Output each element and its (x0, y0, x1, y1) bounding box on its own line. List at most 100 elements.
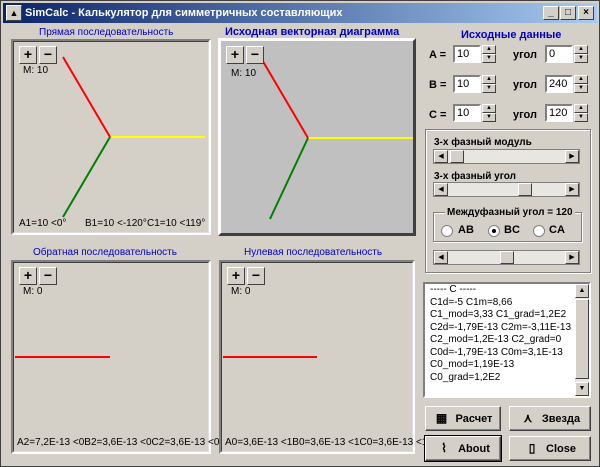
star-label: Звезда (541, 413, 581, 425)
magnitude-label: M: 0 (23, 286, 43, 297)
zoom-out-button[interactable]: − (247, 267, 265, 285)
a1-value: A1=10 <0° (19, 218, 67, 229)
zero-sequence-panel: + − M: 0 A0=3,6E-13 <1B0=3,6E-13 <1C0=3,… (219, 260, 427, 454)
scroll-right-arrow-icon[interactable]: ▶ (565, 183, 579, 196)
interphase-angle-slider[interactable]: ◀ ▶ (433, 250, 580, 265)
b1-value: B1=10 <-120° (85, 218, 147, 229)
radio-ca[interactable] (533, 225, 545, 237)
three-phase-angle-label: 3-х фазный угол (434, 171, 516, 182)
vector-c (269, 137, 309, 220)
phase-c-label: C = (429, 109, 447, 121)
app-window: ▲ SimCalc - Калькулятор для симметричных… (0, 0, 600, 467)
zoom-out-button[interactable]: − (39, 46, 57, 64)
star-vector-icon: ⋏ (523, 411, 533, 425)
reverse-sequence-title: Обратная последовательность (33, 247, 177, 258)
phase-a-angle-input[interactable]: 0 (545, 45, 573, 63)
magnitude-label: M: 10 (231, 68, 257, 79)
slider-thumb[interactable] (450, 150, 464, 163)
vector-b (260, 57, 309, 139)
vector-b1 (62, 56, 111, 138)
vector-c1 (62, 136, 111, 218)
close-label: Close (546, 443, 576, 455)
scroll-thumb[interactable] (575, 299, 589, 379)
maximize-button[interactable]: □ (560, 6, 576, 20)
memo-line: C0_mod=1,19E-13 (430, 359, 515, 370)
app-icon: ▲ (6, 5, 22, 21)
phase-c-modulus-spinner[interactable]: ▲ ▼ (482, 104, 496, 122)
radio-ab[interactable] (441, 225, 453, 237)
slider-thumb[interactable] (518, 183, 532, 196)
radio-bc-label: BC (504, 224, 520, 236)
interphase-angle-label: Междуфазный угол = 120 (445, 207, 575, 218)
zoom-in-button[interactable]: + (227, 267, 245, 285)
calculate-button[interactable]: ▦ Расчет (425, 406, 501, 431)
scroll-left-arrow-icon[interactable]: ◀ (434, 150, 448, 163)
direct-sequence-title: Прямая последовательность (39, 27, 174, 38)
door-exit-icon: ▯ (528, 441, 536, 455)
zoom-in-button[interactable]: + (19, 267, 37, 285)
source-diagram-panel[interactable]: + − M: 10 (218, 38, 416, 236)
magnitude-label: M: 0 (231, 286, 251, 297)
three-phase-module-label: 3-х фазный модуль (434, 137, 532, 148)
phase-c-angle-spinner[interactable]: ▲ ▼ (574, 104, 588, 122)
memo-line: C0_grad=1,2E2 (430, 371, 501, 383)
about-button[interactable]: ⌇ About (424, 435, 502, 462)
memo-line: ----- C ----- (430, 284, 477, 295)
close-button[interactable]: ▯ Close (509, 436, 591, 461)
reverse-sequence-panel: + − M: 0 A2=7,2E-13 <0B2=3,6E-13 <0C2=3,… (11, 260, 219, 454)
phase-c-modulus-input[interactable]: 10 (453, 104, 481, 122)
zoom-out-button[interactable]: − (246, 46, 264, 64)
zoom-out-button[interactable]: − (39, 267, 57, 285)
title-bar: ▲ SimCalc - Калькулятор для симметричных… (3, 3, 597, 23)
scroll-right-arrow-icon[interactable]: ▶ (565, 251, 579, 264)
minimize-button[interactable]: _ (543, 6, 559, 20)
source-diagram-title: Исходная векторная диаграмма (225, 26, 400, 38)
memo-line: C0d=-1,79E-13 C0m=3,1E-13 (430, 346, 563, 358)
phase-a-modulus-input[interactable]: 10 (453, 45, 481, 63)
input-data-title: Исходные данные (461, 29, 562, 41)
close-window-button[interactable]: × (578, 6, 594, 20)
phase-a-angle-spinner[interactable]: ▲ ▼ (574, 45, 588, 63)
memo-scrollbar[interactable]: ▲ ▼ (575, 284, 589, 396)
memo-line: C1_mod=3,33 C1_grad=1,2E2 (430, 309, 567, 320)
slider-thumb[interactable] (500, 251, 514, 264)
phase-c-angle-label: угол (513, 109, 537, 121)
c1-value: C1=10 <119° (147, 218, 206, 229)
direct-sequence-panel: + − M: 10 A1=10 <0° B1=10 <-120° C1=10 <… (11, 39, 211, 235)
phase-b-modulus-spinner[interactable]: ▲ ▼ (482, 75, 496, 93)
scroll-left-arrow-icon[interactable]: ◀ (434, 251, 448, 264)
zero-values: A0=3,6E-13 <1B0=3,6E-13 <1C0=3,6E-13 <1 (225, 437, 428, 448)
scroll-right-arrow-icon[interactable]: ▶ (565, 150, 579, 163)
three-phase-module-slider[interactable]: ◀ ▶ (433, 149, 580, 164)
memo-line: C2d=-1,79E-13 C2m=-3,11E-13 (430, 321, 572, 333)
memo-line: C2_mod=1,2E-13 C2_grad=0 (430, 334, 562, 345)
memo-line: C1d=-5 C1m=8,66 (430, 296, 513, 308)
scroll-left-arrow-icon[interactable]: ◀ (434, 183, 448, 196)
radio-bc[interactable] (488, 225, 500, 237)
phase-b-label: B = (429, 79, 447, 91)
zoom-in-button[interactable]: + (226, 46, 244, 64)
phase-b-angle-input[interactable]: 240 (545, 75, 573, 93)
star-button[interactable]: ⋏ Звезда (509, 406, 591, 431)
about-label: About (458, 443, 490, 455)
results-memo[interactable]: ----- C ----- C1d=-5 C1m=8,66 C1_mod=3,3… (423, 282, 591, 398)
phase-b-modulus-input[interactable]: 10 (453, 75, 481, 93)
phase-a-angle-label: угол (513, 49, 537, 61)
scroll-up-arrow-icon[interactable]: ▲ (575, 284, 589, 298)
zero-sequence-title: Нулевая последовательность (244, 247, 383, 258)
phase-c-angle-input[interactable]: 120 (545, 104, 573, 122)
zoom-in-button[interactable]: + (19, 46, 37, 64)
scroll-down-arrow-icon[interactable]: ▼ (575, 382, 589, 396)
window-title: SimCalc - Калькулятор для симметричных с… (25, 7, 343, 19)
phase-a-label: A = (429, 49, 447, 61)
radio-ca-label: CA (549, 224, 565, 236)
phase-b-angle-label: угол (513, 79, 537, 91)
phase-b-angle-spinner[interactable]: ▲ ▼ (574, 75, 588, 93)
phase-a-modulus-spinner[interactable]: ▲ ▼ (482, 45, 496, 63)
magnitude-label: M: 10 (23, 65, 49, 76)
paperclip-icon: ⌇ (441, 441, 448, 455)
three-phase-angle-slider[interactable]: ◀ ▶ (433, 182, 580, 197)
radio-ab-label: AB (458, 224, 474, 236)
calculate-label: Расчет (455, 413, 493, 425)
calculator-icon: ▦ (435, 411, 448, 425)
